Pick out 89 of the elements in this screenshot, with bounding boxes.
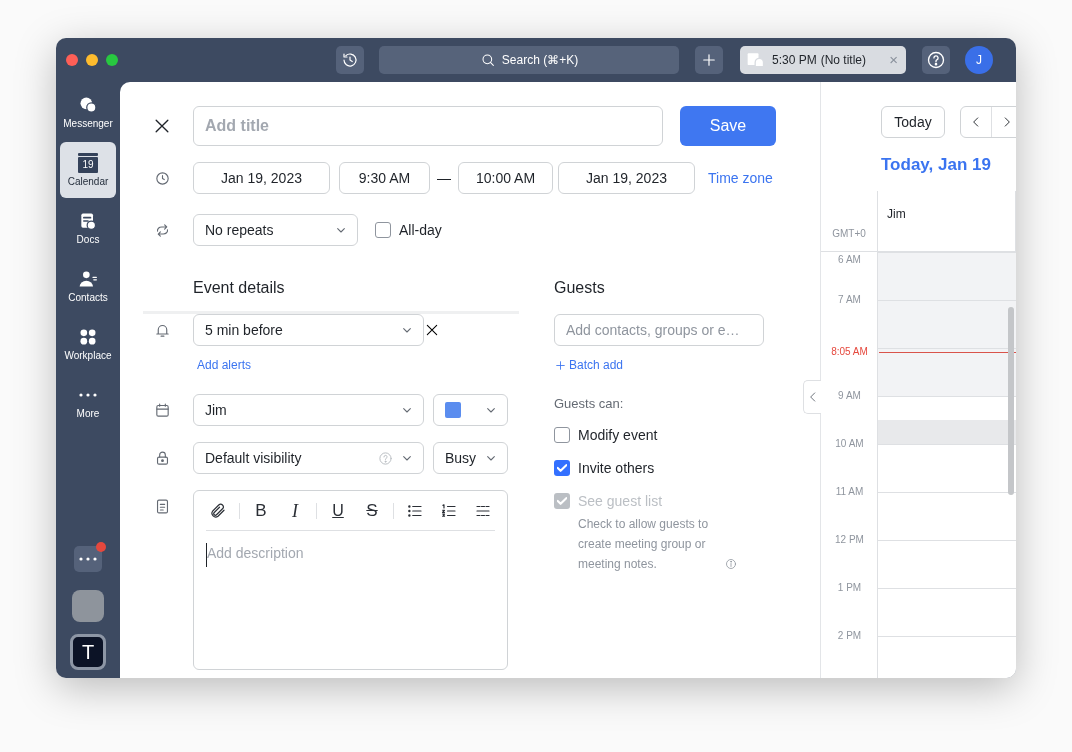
section-heading: Guests [554,278,605,298]
time-slot[interactable] [878,299,1016,348]
permission-label: See guest list [578,491,663,511]
underline-button[interactable]: U [326,499,350,523]
sidebar-item[interactable]: More [60,374,116,430]
description-field[interactable]: Add description [206,543,495,567]
section-heading: Event details [193,278,286,298]
time-zone-link[interactable]: Time zone [708,167,773,189]
all-day-label: All-day [399,220,442,240]
checkbox[interactable] [554,460,570,476]
bold-button[interactable]: B [249,499,273,523]
description-editor[interactable]: B I U S Add description [193,490,508,670]
reminder-time: 5:30 PM [772,52,817,69]
hour-label: 11 AM [834,484,865,499]
guests-field[interactable]: Add contacts, groups or e… [554,314,764,346]
dash: — [436,168,452,188]
hour-label: 2 PM [836,628,863,643]
hour-label: 12 PM [834,532,865,547]
repeat-select[interactable]: No repeats [193,214,358,246]
today-button[interactable]: Today [881,106,945,138]
paperclip-icon [209,502,227,520]
minimize-window-button[interactable] [86,54,98,66]
info-icon [725,557,737,570]
start-date-field[interactable]: Jan 19, 2023 [193,162,330,194]
reminder-chip[interactable]: 5:30 PM (No title) × [740,46,906,74]
add-button[interactable] [695,46,723,74]
sidebar-item[interactable]: Docs [60,200,116,256]
search-field[interactable]: Search (⌘+K) [379,46,679,74]
permission-label: Modify event [578,425,658,445]
visibility-select[interactable]: Default visibility [193,442,424,474]
hour-label: 9 AM [837,388,862,403]
sidebar-item[interactable]: Workplace [60,316,116,372]
calendar-select[interactable]: Jim [193,394,424,426]
check-icon [557,464,567,472]
hour-label: 1 PM [836,580,863,595]
history-button[interactable] [336,46,364,74]
calendar-icon [153,401,171,419]
guests-can-label: Guests can: [554,395,624,413]
checkbox[interactable] [375,222,391,238]
collapse-button[interactable] [803,380,821,414]
reminder-title: (No title) [820,52,867,69]
help-button[interactable] [922,46,950,74]
plus-icon [700,51,718,69]
app-tile[interactable]: T [70,634,106,670]
permission-label: Invite others [578,458,655,478]
more-icon [79,392,97,397]
numbered-list-icon [440,502,458,520]
column-heading: Jim [887,206,906,221]
bulleted-list-icon [406,502,424,520]
hour-label: 7 AM [837,292,862,307]
end-time-field[interactable]: 10:00 AM [458,162,553,194]
sidebar-item[interactable]: Contacts [60,258,116,314]
help-icon [378,450,393,466]
checkbox[interactable] [554,427,570,443]
check-icon [557,497,567,505]
more-icon [79,557,97,561]
alert-select[interactable]: 5 min before [193,314,424,346]
sidebar-item[interactable]: 19 Calendar [60,142,116,198]
plus-icon [554,358,567,372]
clock-icon [153,169,171,187]
batch-add-link[interactable]: Batch add [554,356,624,374]
end-date-field[interactable]: Jan 19, 2023 [558,162,695,194]
hour-label: 10 AM [834,436,865,451]
color-select[interactable] [433,394,508,426]
search-icon [479,52,496,68]
hour-label: 6 AM [837,252,862,267]
close-window-button[interactable] [66,54,78,66]
user-avatar[interactable]: J [965,46,993,74]
title-field[interactable]: Add title [193,106,663,146]
app-tile[interactable] [72,590,104,622]
time-slot[interactable] [878,347,1016,396]
sidebar-item[interactable]: Messenger [60,84,116,140]
availability-select[interactable]: Busy [433,442,508,474]
start-time-field[interactable]: 9:30 AM [339,162,430,194]
time-slot[interactable] [878,395,1016,444]
scrollbar[interactable] [1008,306,1014,495]
date-heading: Today, Jan 19 [881,154,991,176]
save-button[interactable]: Save [680,106,776,146]
help-text: Check to allow guests to create meeting group or meeting notes. [578,515,710,573]
close-icon[interactable] [424,322,440,338]
zoom-window-button[interactable] [106,54,118,66]
timezone-label: GMT+0 [832,226,866,241]
color-swatch [445,402,461,418]
help-icon [926,50,946,70]
add-alerts-link[interactable]: Add alerts [197,356,252,374]
strikethrough-button[interactable]: S [360,499,384,523]
current-time-label: 8:05 AM [830,344,869,359]
history-icon [341,51,359,69]
italic-button[interactable]: I [283,499,307,523]
